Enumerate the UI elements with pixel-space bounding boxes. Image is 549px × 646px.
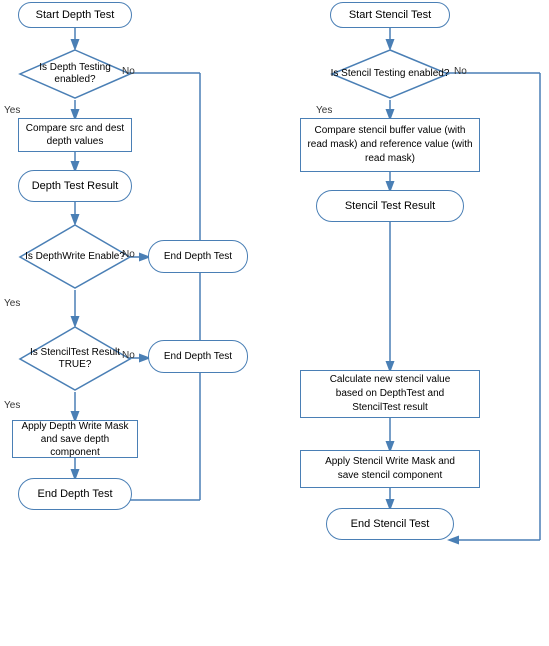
left-box1: Compare src and dest depth values: [18, 118, 132, 152]
right-d1-no: No: [454, 66, 467, 77]
left-d1-no: No: [122, 66, 135, 77]
right-oval1: Stencil Test Result: [316, 190, 464, 222]
right-box3: Apply Stencil Write Mask and save stenci…: [300, 450, 480, 488]
left-diamond1-label: Is Depth Testing enabled?: [18, 48, 132, 100]
left-box2: Apply Depth Write Mask and save depth co…: [12, 420, 138, 458]
left-diamond2-label: Is DepthWrite Enable?: [18, 223, 132, 290]
right-d1-yes: Yes: [316, 105, 332, 116]
right-start: Start Stencil Test: [330, 2, 450, 28]
left-d3-yes: Yes: [4, 400, 20, 411]
right-box1: Compare stencil buffer value (with read …: [300, 118, 480, 172]
left-end1: End Depth Test: [148, 240, 248, 273]
left-d3-no: No: [122, 350, 135, 361]
right-end1: End Stencil Test: [326, 508, 454, 540]
right-diamond1-label: Is Stencil Testing enabled?: [330, 48, 450, 100]
left-end2: End Depth Test: [148, 340, 248, 373]
left-start: Start Depth Test: [18, 2, 132, 28]
left-d1-yes: Yes: [4, 105, 20, 116]
left-d2-yes: Yes: [4, 298, 20, 309]
left-d2-no: No: [122, 249, 135, 260]
right-box2: Calculate new stencil value based on Dep…: [300, 370, 480, 418]
left-oval1: Depth Test Result: [18, 170, 132, 202]
left-end3: End Depth Test: [18, 478, 132, 510]
left-diamond3-label: Is StencilTest Result TRUE?: [18, 325, 132, 392]
diagram: Start Depth Test Is Depth Testing enable…: [0, 0, 549, 646]
